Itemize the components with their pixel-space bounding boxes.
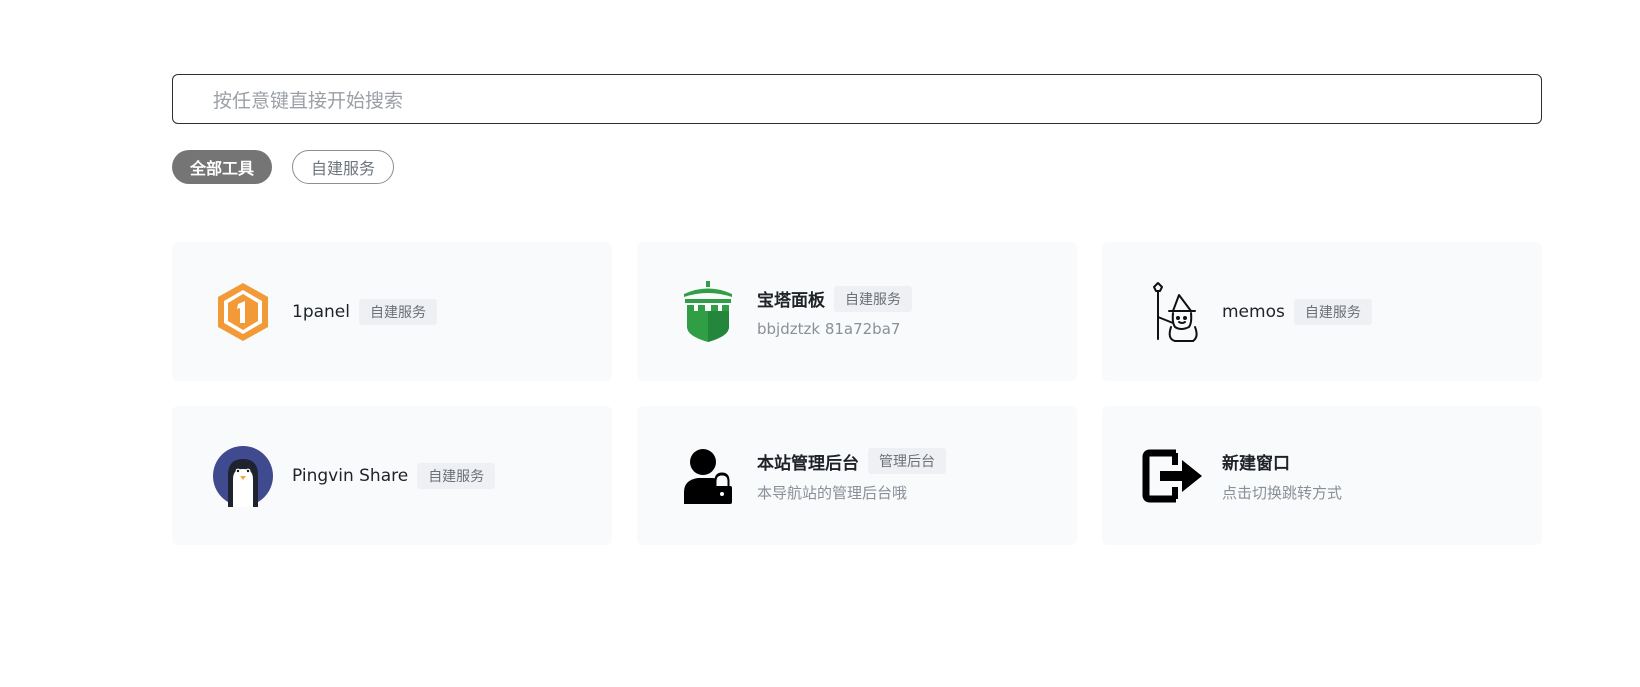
card-tag: 自建服务	[1293, 298, 1372, 325]
card-new-window[interactable]: 新建窗口 点击切换跳转方式	[1102, 406, 1542, 545]
card-title: 1panel	[292, 301, 350, 322]
card-tag: 自建服务	[358, 298, 437, 325]
card-title: 新建窗口	[1222, 453, 1290, 474]
card-admin[interactable]: 本站管理后台 管理后台 本导航站的管理后台哦	[637, 406, 1077, 545]
card-title-row: 宝塔面板 自建服务	[757, 285, 912, 312]
admin-user-lock-icon	[675, 443, 741, 509]
card-title: 宝塔面板	[757, 291, 825, 311]
1panel-hexagon-icon	[210, 279, 276, 345]
tool-grid: 1panel 自建服务 宝塔面板 自建服务 bbjdztzk 81a72ba7 …	[172, 242, 1542, 545]
card-title-row: 1panel 自建服务	[292, 298, 437, 325]
penguin-icon	[210, 443, 276, 509]
card-memos[interactable]: memos 自建服务	[1102, 242, 1542, 381]
card-title: Pingvin Share	[292, 465, 409, 486]
card-baota[interactable]: 宝塔面板 自建服务 bbjdztzk 81a72ba7	[637, 242, 1077, 381]
card-info: Pingvin Share 自建服务	[292, 462, 496, 489]
card-info: 1panel 自建服务	[292, 298, 437, 325]
card-info: 新建窗口 点击切换跳转方式	[1222, 449, 1342, 503]
card-tag: 管理后台	[868, 448, 946, 474]
card-tag: 自建服务	[417, 462, 496, 489]
card-desc: bbjdztzk 81a72ba7	[757, 319, 901, 338]
card-title-row: 本站管理后台 管理后台	[757, 448, 946, 474]
card-title: 本站管理后台	[757, 453, 859, 474]
card-tag: 自建服务	[834, 285, 912, 312]
tab-self-hosted[interactable]: 自建服务	[292, 150, 395, 184]
card-title-row: memos 自建服务	[1222, 298, 1372, 325]
category-tabs: 全部工具 自建服务	[172, 150, 1542, 184]
card-info: 本站管理后台 管理后台 本导航站的管理后台哦	[757, 448, 946, 503]
card-pingvin-share[interactable]: Pingvin Share 自建服务	[172, 406, 612, 545]
baota-castle-icon	[675, 279, 741, 345]
exit-window-icon	[1140, 443, 1206, 509]
card-title-row: 新建窗口	[1222, 449, 1342, 474]
card-info: 宝塔面板 自建服务 bbjdztzk 81a72ba7	[757, 285, 912, 338]
card-1panel[interactable]: 1panel 自建服务	[172, 242, 612, 381]
card-desc: 点击切换跳转方式	[1222, 483, 1343, 502]
tab-all-tools[interactable]: 全部工具	[172, 150, 273, 184]
search-placeholder: 按任意键直接开始搜索	[213, 89, 404, 112]
card-title: memos	[1222, 301, 1285, 322]
memos-wizard-icon	[1140, 279, 1206, 345]
search-input[interactable]: 按任意键直接开始搜索	[172, 74, 1542, 124]
card-info: memos 自建服务	[1222, 298, 1372, 325]
card-desc: 本导航站的管理后台哦	[757, 484, 908, 502]
card-title-row: Pingvin Share 自建服务	[292, 462, 496, 489]
main-container: 按任意键直接开始搜索 全部工具 自建服务 1panel 自建服务 宝塔面板 自建…	[172, 74, 1542, 545]
